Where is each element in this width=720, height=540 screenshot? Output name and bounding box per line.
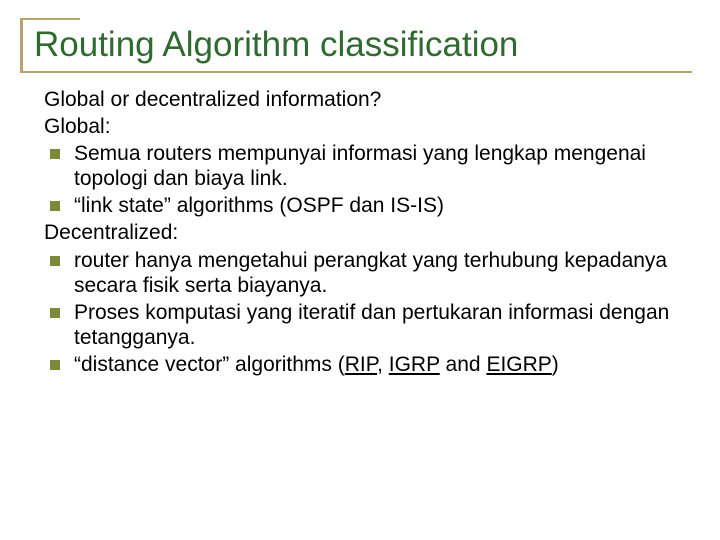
slide: Routing Algorithm classification Global …: [0, 0, 720, 540]
dv-prefix: “distance vector” algorithms (: [74, 353, 345, 376]
list-item: Semua routers mempunyai informasi yang l…: [44, 141, 682, 191]
slide-title: Routing Algorithm classification: [34, 26, 692, 65]
bullet-text: Semua routers mempunyai informasi yang l…: [74, 141, 682, 191]
square-bullet-icon: [50, 149, 60, 159]
title-container: Routing Algorithm classification: [20, 18, 692, 73]
title-top-accent: [20, 18, 80, 20]
square-bullet-icon: [50, 308, 60, 318]
list-item: “distance vector” algorithms (RIP, IGRP …: [44, 352, 682, 377]
square-bullet-icon: [50, 256, 60, 266]
global-label: Global:: [44, 114, 682, 139]
slide-body: Global or decentralized information? Glo…: [20, 73, 692, 378]
dv-sep: and: [440, 353, 487, 376]
link-igrp[interactable]: IGRP: [389, 353, 440, 376]
dv-suffix: ): [552, 353, 559, 376]
bullet-text: router hanya mengetahui perangkat yang t…: [74, 248, 682, 298]
list-item: Proses komputasi yang iteratif dan pertu…: [44, 300, 682, 350]
dv-sep: ,: [377, 353, 389, 376]
bullet-text: Proses komputasi yang iteratif dan pertu…: [74, 300, 682, 350]
bullet-text: “link state” algorithms (OSPF dan IS-IS): [74, 193, 682, 218]
list-item: router hanya mengetahui perangkat yang t…: [44, 248, 682, 298]
decentralized-label: Decentralized:: [44, 220, 682, 245]
square-bullet-icon: [50, 201, 60, 211]
square-bullet-icon: [50, 360, 60, 370]
link-eigrp[interactable]: EIGRP: [486, 353, 551, 376]
list-item: “link state” algorithms (OSPF dan IS-IS): [44, 193, 682, 218]
question-line: Global or decentralized information?: [44, 87, 682, 112]
bullet-text: “distance vector” algorithms (RIP, IGRP …: [74, 352, 682, 377]
link-rip[interactable]: RIP: [345, 353, 377, 376]
